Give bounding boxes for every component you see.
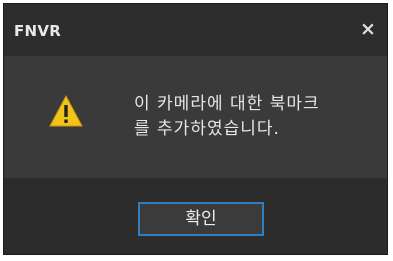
window-title: FNVR bbox=[14, 22, 62, 40]
title-bar: FNVR × bbox=[4, 4, 387, 56]
message-text: 이 카메라에 대한 북마크 를 추가하였습니다. bbox=[134, 94, 320, 139]
dialog-content: 이 카메라에 대한 북마크 를 추가하였습니다. bbox=[4, 56, 387, 178]
warning-icon bbox=[49, 94, 83, 127]
button-bar: 확인 bbox=[4, 178, 387, 254]
close-icon: × bbox=[360, 18, 376, 40]
close-button[interactable]: × bbox=[355, 16, 381, 42]
ok-button[interactable]: 확인 bbox=[138, 202, 264, 236]
dialog-window: FNVR × 이 카메라에 대한 북마크 를 추가하였습니다. 확인 bbox=[3, 3, 388, 255]
